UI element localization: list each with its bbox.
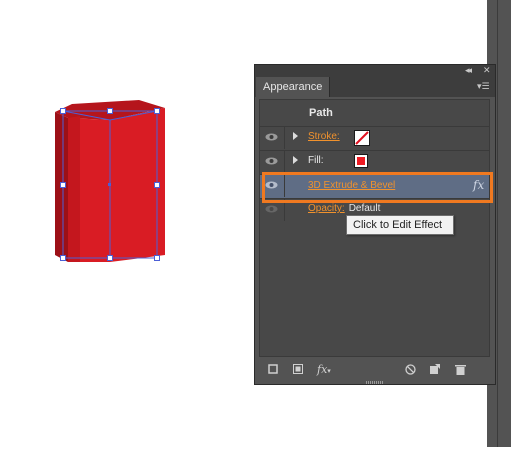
expand-arrow-icon[interactable] xyxy=(293,156,298,164)
tab-appearance[interactable]: Appearance xyxy=(256,77,331,97)
fill-visibility[interactable] xyxy=(260,151,285,173)
extruded-box-artwork[interactable] xyxy=(0,0,240,447)
panel-bottom-toolbar: fx▾ xyxy=(255,359,495,383)
eye-icon-disabled xyxy=(265,205,278,213)
add-effect-icon[interactable]: fx▾ xyxy=(317,364,331,377)
eye-icon[interactable] xyxy=(265,132,278,142)
add-stroke-icon[interactable] xyxy=(268,364,278,377)
fill-row[interactable]: Fill: xyxy=(260,150,489,174)
opacity-label[interactable]: Opacity: xyxy=(308,203,345,214)
stroke-swatch[interactable] xyxy=(354,130,370,146)
object-label: Path xyxy=(309,107,333,119)
stroke-row[interactable]: Stroke: xyxy=(260,126,489,150)
center-point xyxy=(108,183,111,186)
no-color-icon xyxy=(355,131,369,145)
opacity-value: Default xyxy=(348,203,381,214)
opacity-label-group: Opacity: Default xyxy=(308,203,380,214)
trash-icon[interactable] xyxy=(455,364,466,378)
clear-appearance-icon[interactable] xyxy=(405,364,416,378)
expand-arrow-icon[interactable] xyxy=(293,132,298,140)
scrollbar-track xyxy=(497,0,498,447)
eye-icon[interactable] xyxy=(265,156,278,166)
artboard[interactable] xyxy=(0,0,240,447)
close-icon[interactable]: ✕ xyxy=(483,64,491,76)
fill-swatch[interactable] xyxy=(354,154,368,168)
stroke-label[interactable]: Stroke: xyxy=(308,131,340,142)
fill-label[interactable]: Fill: xyxy=(308,155,324,166)
panel-menu-icon[interactable]: ▾☰ xyxy=(477,81,490,91)
stroke-visibility[interactable] xyxy=(260,127,285,149)
panel-titlebar[interactable]: ◂◂ ✕ xyxy=(255,65,495,77)
box-front-shade xyxy=(68,116,80,262)
box-front-face xyxy=(68,108,165,262)
object-row: Path xyxy=(260,100,489,126)
panel-resize-grip[interactable] xyxy=(366,381,384,384)
panel-tabbar: Appearance ▾☰ xyxy=(255,77,495,97)
collapse-panel-icon[interactable]: ◂◂ xyxy=(465,64,472,76)
tooltip: Click to Edit Effect xyxy=(346,215,454,235)
highlight-annotation xyxy=(262,172,493,203)
new-layer-icon[interactable] xyxy=(429,364,440,378)
add-fill-icon[interactable] xyxy=(293,364,303,377)
